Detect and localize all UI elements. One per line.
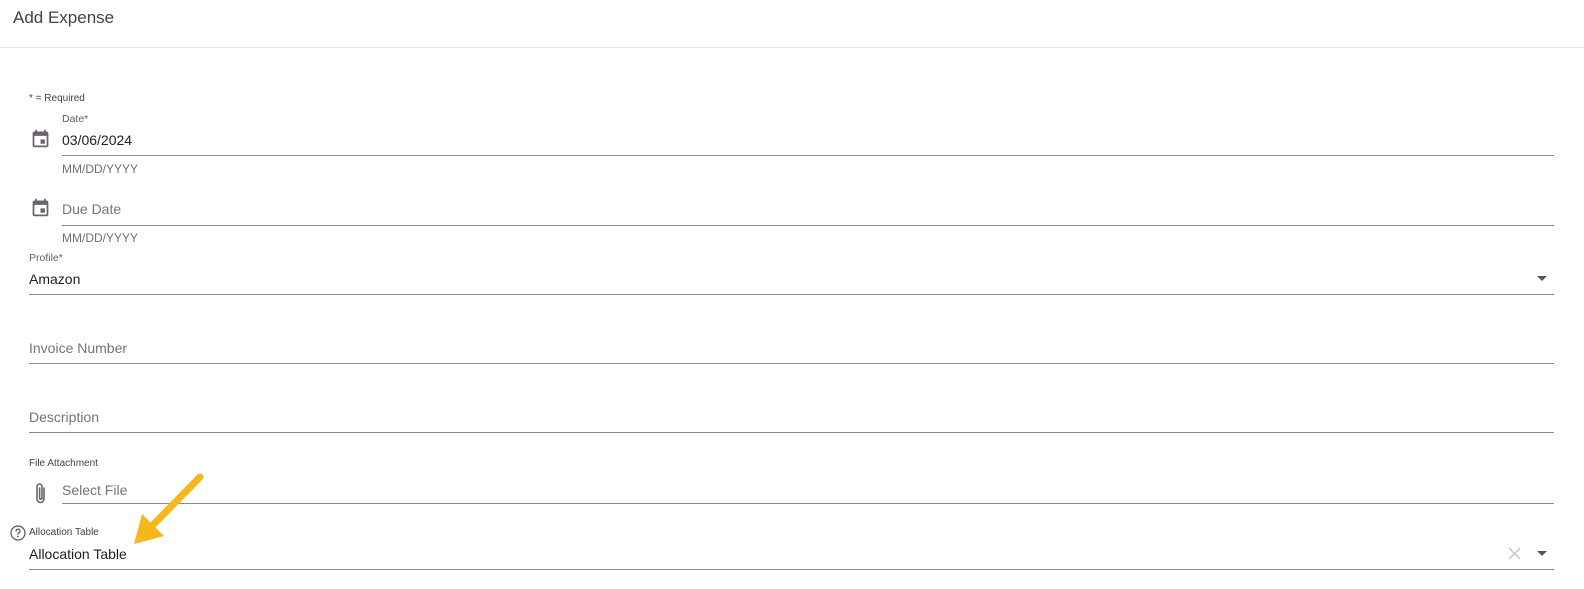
calendar-icon[interactable] [30, 197, 51, 218]
profile-label: Profile* [29, 252, 63, 264]
allocation-table-underline [29, 569, 1554, 570]
chevron-down-icon[interactable] [1537, 551, 1547, 556]
calendar-icon[interactable] [30, 128, 51, 149]
file-attachment-label: File Attachment [29, 458, 98, 469]
description-underline [29, 432, 1554, 433]
close-icon[interactable] [1508, 547, 1521, 560]
required-note: * = Required [29, 93, 85, 104]
invoice-number-input[interactable]: Invoice Number [29, 340, 127, 356]
date-underline [62, 155, 1554, 156]
allocation-table-label: Allocation Table [29, 527, 99, 538]
paperclip-icon[interactable] [31, 481, 51, 507]
invoice-number-underline [29, 363, 1554, 364]
date-input[interactable]: 03/06/2024 [62, 132, 132, 148]
date-label: Date* [62, 113, 89, 125]
profile-underline [29, 294, 1554, 295]
chevron-down-icon[interactable] [1537, 276, 1547, 281]
allocation-table-value[interactable]: Allocation Table [29, 546, 127, 562]
due-date-input[interactable]: Due Date [62, 201, 121, 217]
dialog-header: Add Expense [0, 0, 1584, 48]
date-hint: MM/DD/YYYY [62, 162, 139, 176]
file-attachment-underline [62, 503, 1554, 504]
page-title: Add Expense [13, 8, 115, 27]
select-file-input[interactable]: Select File [62, 482, 127, 498]
due-date-underline [62, 225, 1554, 226]
description-input[interactable]: Description [29, 409, 99, 425]
due-date-hint: MM/DD/YYYY [62, 231, 139, 245]
profile-value[interactable]: Amazon [29, 271, 80, 287]
help-circle-icon[interactable] [10, 525, 26, 541]
arrow-icon [134, 473, 204, 544]
